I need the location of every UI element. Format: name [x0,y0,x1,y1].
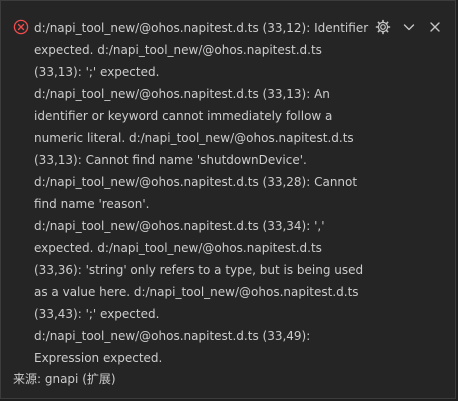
close-icon [430,22,440,32]
settings-button[interactable] [373,17,393,37]
notification-source: 来源: gnapi (扩展) [13,372,116,386]
notification-toast: d:/napi_tool_new/@ohos.napitest.d.ts (33… [0,0,456,399]
error-icon [13,19,29,35]
notification-message: d:/napi_tool_new/@ohos.napitest.d.ts (33… [34,21,369,365]
collapse-button[interactable] [399,17,419,37]
close-button[interactable] [425,17,445,37]
gear-icon [375,19,391,35]
chevron-down-icon [403,24,415,31]
notification-toolbar [373,17,445,37]
